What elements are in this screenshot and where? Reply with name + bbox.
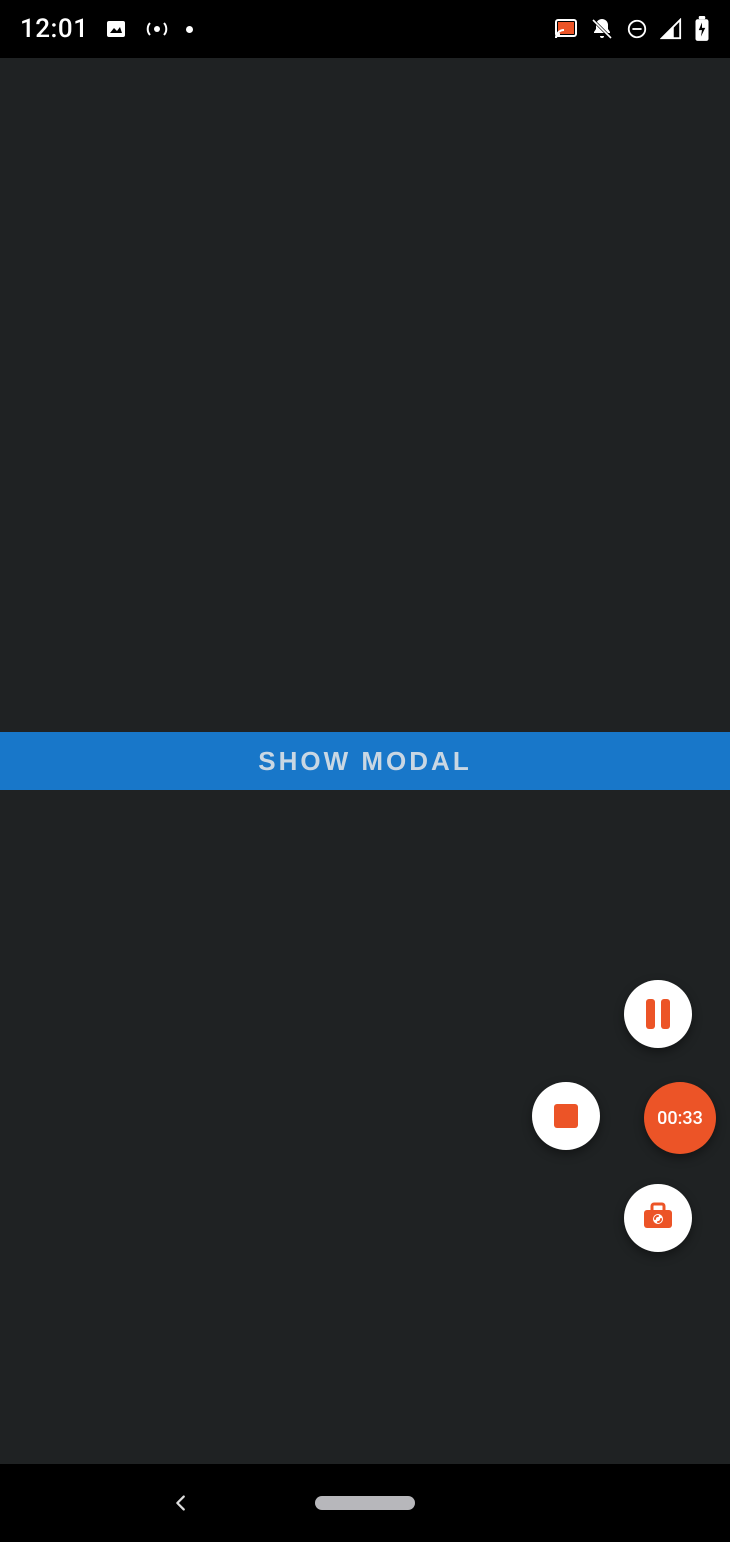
recorder-pause-button[interactable] bbox=[624, 980, 692, 1048]
screen-recorder-overlay: 00:33 bbox=[532, 980, 722, 1260]
recorder-tools-button[interactable] bbox=[624, 1184, 692, 1252]
battery-charging-icon bbox=[694, 16, 710, 42]
cast-icon bbox=[554, 18, 578, 40]
show-modal-button[interactable]: SHOW MODAL bbox=[0, 732, 730, 790]
status-bar-time: 12:01 bbox=[20, 14, 88, 44]
recorder-timer-label: 00:33 bbox=[657, 1108, 703, 1129]
navigation-bar bbox=[0, 1464, 730, 1542]
notification-dot-icon bbox=[186, 26, 193, 33]
status-bar-right bbox=[554, 16, 710, 42]
do-not-disturb-icon bbox=[626, 18, 648, 40]
recorder-stop-button[interactable] bbox=[532, 1082, 600, 1150]
image-icon bbox=[104, 17, 128, 41]
nav-home-handle[interactable] bbox=[315, 1496, 415, 1510]
status-bar-left: 12:01 bbox=[20, 14, 193, 44]
device-frame: 12:01 bbox=[0, 0, 730, 1542]
status-bar: 12:01 bbox=[0, 0, 730, 58]
recorder-timer-button[interactable]: 00:33 bbox=[644, 1082, 716, 1154]
radio-icon bbox=[144, 17, 170, 41]
pause-icon bbox=[646, 999, 670, 1029]
chevron-left-icon bbox=[170, 1489, 192, 1517]
bell-off-icon bbox=[590, 17, 614, 41]
stop-icon bbox=[554, 1104, 578, 1128]
toolbox-icon bbox=[640, 1200, 676, 1236]
nav-back-button[interactable] bbox=[170, 1489, 192, 1517]
cell-signal-icon bbox=[660, 18, 682, 40]
